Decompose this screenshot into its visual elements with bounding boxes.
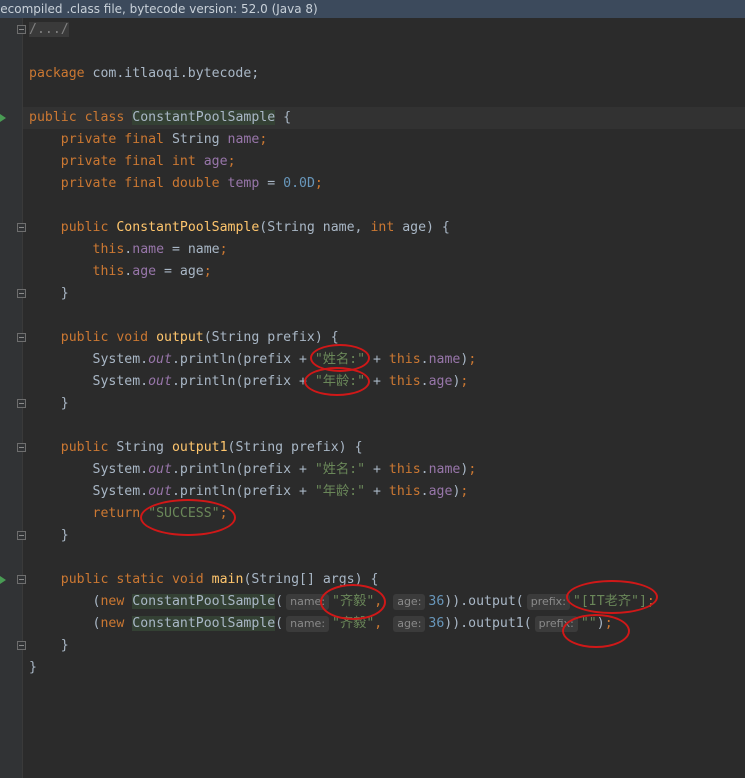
code-line: System.out.println(prefix + "姓名:" + this… [92,462,477,477]
code-line: } [29,286,69,301]
fold-icon[interactable] [17,223,26,232]
fold-icon[interactable] [17,25,26,34]
run-class-icon[interactable] [0,114,6,122]
code-line: System.out.println(prefix + "姓名:" + this… [92,352,477,367]
code-line: } [29,660,37,675]
code-line: public void output(String prefix) { [60,330,339,345]
decompiled-banner: Decompiled .class file, bytecode version… [0,0,745,18]
code-editor[interactable]: /.../ package com.itlaoqi.bytecode; publ… [0,18,745,778]
code-line: return "SUCCESS"; [92,506,228,521]
fold-icon[interactable] [17,575,26,584]
fold-icon[interactable] [17,443,26,452]
code-line: public String output1(String prefix) { [60,440,363,455]
code-line: } [29,528,69,543]
code-line: System.out.println(prefix + "年龄:" + this… [92,484,469,499]
param-hint: prefix: [534,616,578,632]
code-line: public ConstantPoolSample(String name, i… [60,220,450,235]
code-line: (new ConstantPoolSample(name: "齐毅", age: 3… [29,594,655,610]
param-hint: name: [286,594,330,610]
code-line: private final int age; [60,154,236,169]
code-line: public class ConstantPoolSample { [29,110,292,125]
code-line: /.../ [29,19,69,41]
code-line: package com.itlaoqi.bytecode; [29,66,260,81]
run-main-icon[interactable] [0,576,6,584]
code-line: this.name = name; [92,242,228,257]
param-hint: age: [393,616,426,632]
fold-icon[interactable] [17,531,26,540]
folded-comment[interactable]: /.../ [29,22,69,37]
code-line: private final String name; [60,132,268,147]
fold-icon[interactable] [17,333,26,342]
fold-icon[interactable] [17,289,26,298]
fold-icon[interactable] [17,641,26,650]
code-line: System.out.println(prefix + "年龄:" + this… [92,374,469,389]
param-hint: age: [393,594,426,610]
code-line: private final double temp = 0.0D; [60,176,323,191]
class-name: ConstantPoolSample [132,110,276,125]
code-line: } [29,638,69,653]
param-hint: prefix: [526,594,570,610]
param-hint: name: [286,616,330,632]
code-line: this.age = age; [92,264,212,279]
fold-icon[interactable] [17,399,26,408]
code-line: (new ConstantPoolSample(name: "齐毅", age: 3… [29,616,613,632]
code-line: } [29,396,69,411]
banner-text: Decompiled .class file, bytecode version… [0,2,318,16]
code-line: public static void main(String[] args) { [60,572,379,587]
